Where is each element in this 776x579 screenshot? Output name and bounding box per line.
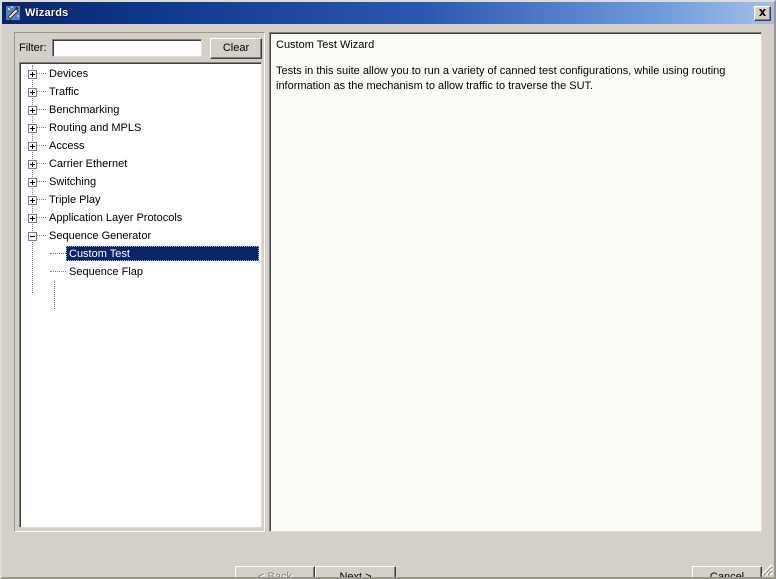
- tree-connector-line: [50, 271, 66, 273]
- expand-plus-icon[interactable]: [28, 141, 37, 151]
- tree-connector-line: [50, 253, 66, 255]
- close-button[interactable]: [754, 5, 771, 21]
- tree-connector-line: [37, 181, 46, 183]
- tree-item-traffic[interactable]: Traffic: [20, 83, 261, 101]
- tree-connector-line: [37, 109, 46, 111]
- tree-item-benchmarking[interactable]: Benchmarking: [20, 101, 261, 119]
- tree-item-label: Routing and MPLS: [49, 122, 142, 134]
- wizard-tree[interactable]: Devices Traffic Benchmarking Routing and MP…: [19, 62, 262, 528]
- wizards-dialog-window: Wizards Filter: Clear Devices Traffic Benc…: [0, 0, 776, 579]
- tree-item-switching[interactable]: Switching: [20, 173, 261, 191]
- tree-subtrunk-line: [54, 281, 55, 309]
- description-body: Tests in this suite allow you to run a v…: [276, 65, 726, 92]
- tree-item-routing-and-mpls[interactable]: Routing and MPLS: [20, 119, 261, 137]
- tree-item-application-layer-protocols[interactable]: Application Layer Protocols: [20, 209, 261, 227]
- back-button-label: < Back: [258, 571, 292, 579]
- cancel-button-label: Cancel: [709, 571, 745, 579]
- tree-item-label: Application Layer Protocols: [49, 212, 183, 224]
- next-button-label: Next >: [339, 571, 372, 579]
- tree-item-carrier-ethernet[interactable]: Carrier Ethernet: [20, 155, 261, 173]
- filter-label: Filter:: [19, 42, 47, 54]
- tree-item-label: Triple Play: [49, 194, 101, 206]
- resize-grip[interactable]: [757, 560, 773, 576]
- expand-plus-icon[interactable]: [28, 105, 37, 115]
- tree-item-label: Benchmarking: [49, 104, 120, 116]
- expand-plus-icon[interactable]: [28, 177, 37, 187]
- tree-item-label: Sequence Flap: [69, 266, 143, 278]
- tree-connector-line: [37, 163, 46, 165]
- expand-plus-icon[interactable]: [28, 123, 37, 133]
- tree-item-devices[interactable]: Devices: [20, 65, 261, 83]
- tree-connector-line: [37, 127, 46, 129]
- tree-item-triple-play[interactable]: Triple Play: [20, 191, 261, 209]
- tree-item-label: Devices: [49, 68, 89, 80]
- expand-plus-icon[interactable]: [28, 87, 37, 97]
- tree-connector-line: [37, 199, 46, 201]
- expand-plus-icon[interactable]: [28, 69, 37, 79]
- tree-connector-line: [37, 217, 46, 219]
- description-panel: Custom Test Wizard Tests in this suite a…: [269, 32, 762, 532]
- tree-item-label: Custom Test: [69, 248, 130, 260]
- filter-and-tree-panel: Filter: Clear Devices Traffic Benchmarking…: [14, 32, 265, 532]
- description-title: Custom Test Wizard: [276, 39, 375, 51]
- tree-item-label: Access: [49, 140, 85, 152]
- tree-connector-line: [37, 91, 46, 93]
- tree-item-label: Switching: [49, 176, 97, 188]
- tree-item-label: Sequence Generator: [49, 230, 152, 242]
- tree-item-custom-test[interactable]: Custom Test: [20, 245, 261, 263]
- expand-plus-icon[interactable]: [28, 195, 37, 205]
- filter-input[interactable]: [51, 39, 202, 57]
- window-title: Wizards: [25, 7, 69, 19]
- tree-connector-line: [37, 235, 46, 237]
- filter-row: Filter: Clear: [19, 37, 262, 59]
- title-bar[interactable]: Wizards: [2, 2, 774, 24]
- collapse-minus-icon[interactable]: [28, 231, 37, 241]
- tree-item-access[interactable]: Access: [20, 137, 261, 155]
- tree-connector-line: [37, 145, 46, 147]
- dialog-content: Filter: Clear Devices Traffic Benchmarking…: [2, 24, 774, 577]
- clear-filter-button[interactable]: Clear: [210, 37, 262, 59]
- tree-rows-container: Devices Traffic Benchmarking Routing and MP…: [20, 65, 261, 281]
- expand-plus-icon[interactable]: [28, 213, 37, 223]
- tree-item-sequence-generator[interactable]: Sequence Generator: [20, 227, 261, 245]
- tree-item-sequence-flap[interactable]: Sequence Flap: [20, 263, 261, 281]
- next-button[interactable]: Next >: [315, 566, 396, 579]
- wizard-wand-icon: [5, 5, 21, 21]
- tree-item-label: Carrier Ethernet: [49, 158, 128, 170]
- tree-connector-line: [37, 73, 46, 75]
- tree-item-label: Traffic: [49, 86, 79, 98]
- back-button[interactable]: < Back: [235, 566, 315, 579]
- close-icon: [758, 8, 767, 18]
- cancel-button[interactable]: Cancel: [692, 566, 762, 579]
- expand-plus-icon[interactable]: [28, 159, 37, 169]
